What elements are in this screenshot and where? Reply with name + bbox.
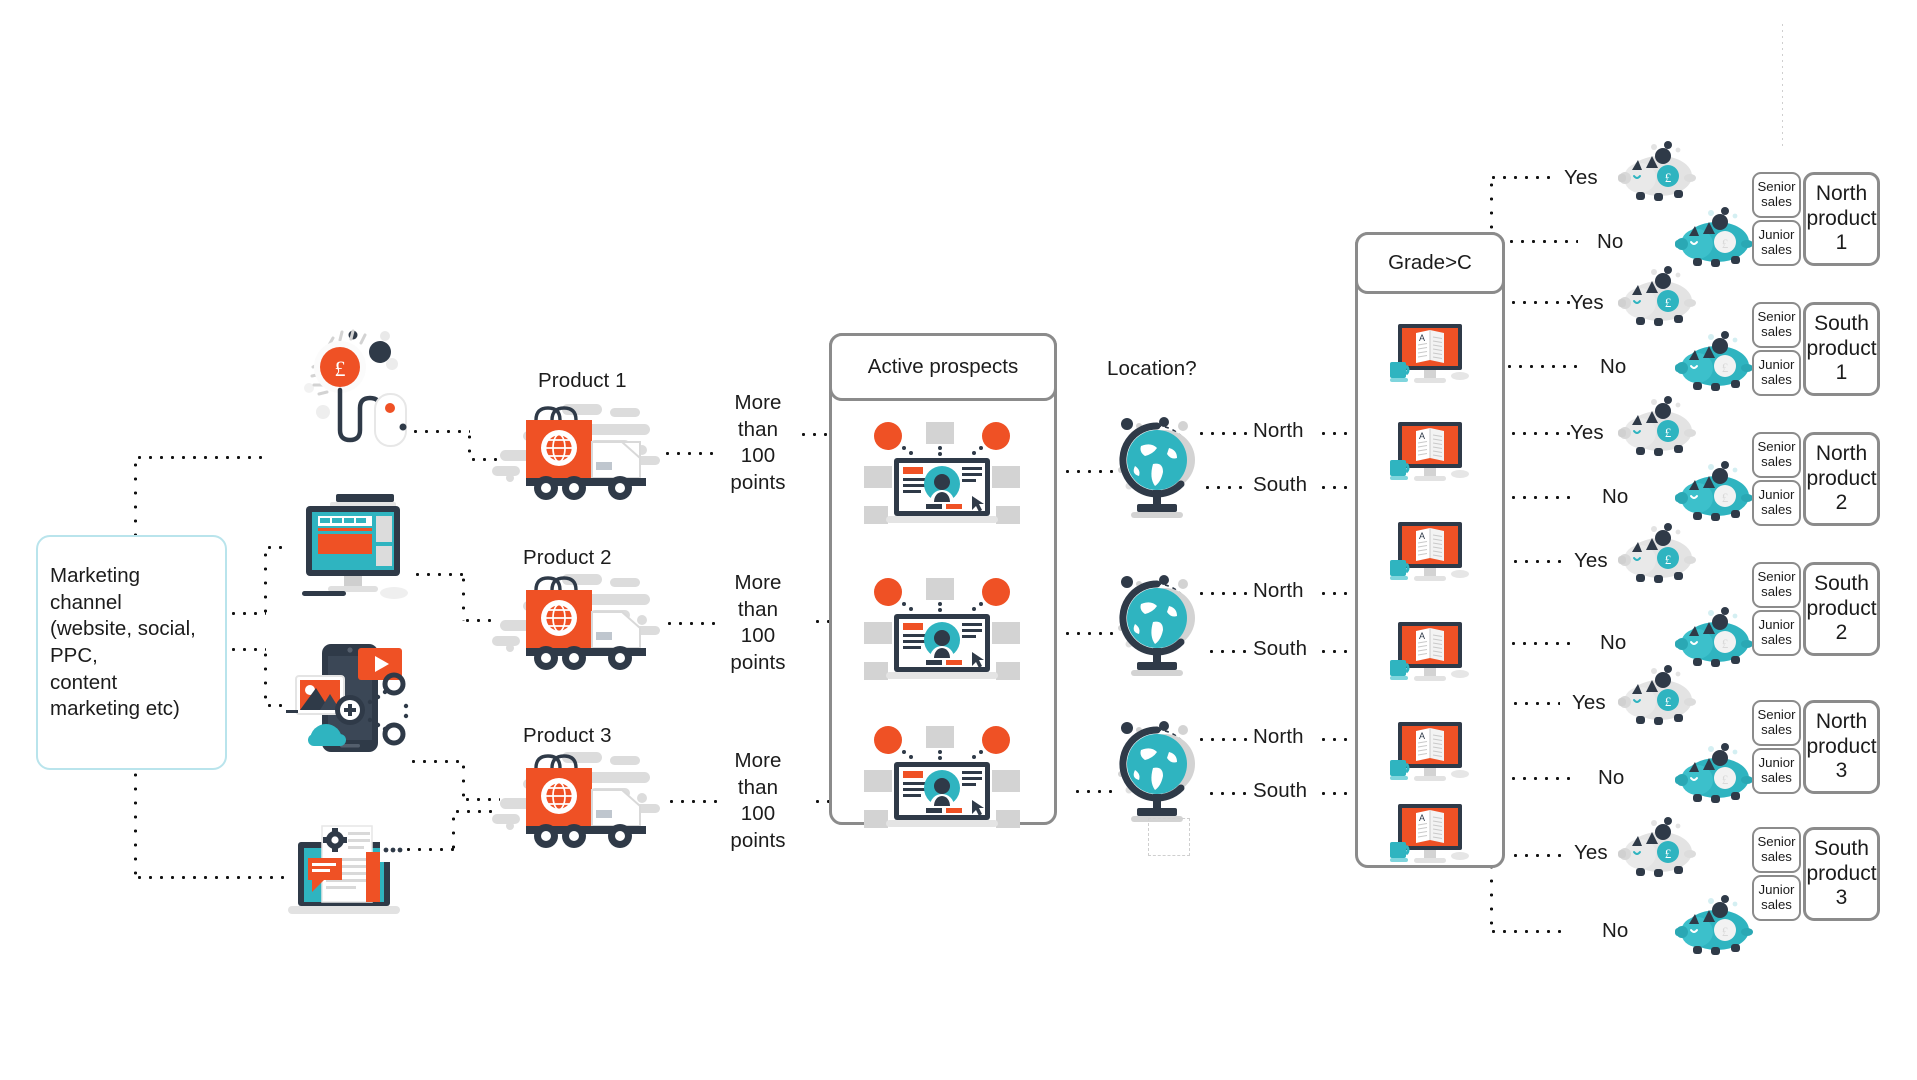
svg-text:£: £: [1665, 425, 1672, 440]
location-south-label-2: South: [1253, 637, 1308, 660]
location-north-label-3: North: [1253, 725, 1304, 748]
result-junior-badge[interactable]: Junior sales: [1752, 875, 1801, 921]
decision-label-11: Yes: [1574, 841, 1608, 864]
svg-text:£: £: [1665, 694, 1672, 709]
location-question-label: Location?: [1107, 357, 1197, 380]
piggy-bank-teal-icon: £: [1673, 206, 1759, 272]
piggy-bank-gray-icon: £: [1616, 522, 1702, 588]
globe-placeholder-outline: [1148, 818, 1190, 856]
prospect-profile-icon: [864, 576, 1020, 686]
grade-monitor-icon: A: [1384, 420, 1474, 492]
svg-text:A: A: [1419, 333, 1425, 343]
result-senior-badge[interactable]: Senior sales: [1752, 827, 1801, 873]
active-prospects-header[interactable]: Active prospects: [829, 333, 1057, 401]
result-outcome-box[interactable]: South product 3: [1803, 827, 1880, 921]
svg-text:£: £: [1665, 846, 1672, 861]
decision-label-12: No: [1602, 919, 1629, 942]
product-3-threshold: More than 100 points: [730, 749, 786, 852]
piggy-bank-gray-icon: £: [1616, 664, 1702, 730]
grade-monitor-icon: A: [1384, 802, 1474, 874]
globe-icon: [1109, 570, 1205, 678]
decision-label-10: No: [1598, 766, 1625, 789]
piggy-bank-teal-icon: £: [1673, 606, 1759, 672]
ppc-money-mouse-icon: £: [295, 322, 413, 448]
svg-text:A: A: [1419, 531, 1425, 541]
svg-text:£: £: [1665, 552, 1672, 567]
result-outcome-box[interactable]: North product 1: [1803, 172, 1880, 266]
diagram-canvas: Marketing channel (website, social, PPC,…: [0, 0, 1917, 1080]
svg-text:A: A: [1419, 431, 1425, 441]
social-mobile-icon: [282, 634, 410, 758]
grade-monitor-icon: A: [1384, 322, 1474, 394]
svg-text:£: £: [1722, 236, 1729, 251]
decision-label-8: No: [1600, 631, 1627, 654]
piggy-bank-teal-icon: £: [1673, 894, 1759, 960]
result-junior-badge[interactable]: Junior sales: [1752, 748, 1801, 794]
prospect-profile-icon: [864, 420, 1020, 530]
svg-text:£: £: [1722, 636, 1729, 651]
marketing-channel-label: Marketing channel (website, social, PPC,…: [50, 564, 196, 721]
result-junior-badge[interactable]: Junior sales: [1752, 480, 1801, 526]
grade-panel-title: Grade>C: [1388, 251, 1472, 274]
piggy-bank-gray-icon: £: [1616, 140, 1702, 206]
piggy-bank-teal-icon: £: [1673, 460, 1759, 526]
decision-label-1: Yes: [1564, 166, 1598, 189]
decision-label-7: Yes: [1574, 549, 1608, 572]
piggy-bank-gray-icon: £: [1616, 395, 1702, 461]
result-junior-badge[interactable]: Junior sales: [1752, 610, 1801, 656]
svg-text:£: £: [335, 356, 346, 381]
product-1-truck-icon: [492, 398, 668, 508]
prospect-profile-icon: [864, 724, 1020, 834]
product-1-label: Product 1: [538, 369, 627, 392]
globe-icon: [1109, 412, 1205, 520]
svg-text:£: £: [1665, 295, 1672, 310]
svg-text:£: £: [1722, 772, 1729, 787]
grade-panel-header[interactable]: Grade>C: [1355, 232, 1505, 294]
decision-label-5: Yes: [1570, 421, 1604, 444]
location-south-label-1: South: [1253, 473, 1308, 496]
content-marketing-laptop-icon: [284, 822, 406, 928]
product-1-threshold: More than 100 points: [730, 391, 786, 494]
location-north-label-1: North: [1253, 419, 1304, 442]
product-2-threshold: More than 100 points: [730, 571, 786, 674]
decision-label-6: No: [1602, 485, 1629, 508]
grade-monitor-icon: A: [1384, 520, 1474, 592]
marketing-channel-box[interactable]: Marketing channel (website, social, PPC,…: [36, 535, 227, 770]
decision-label-4: No: [1600, 355, 1627, 378]
result-outcome-box[interactable]: South product 2: [1803, 562, 1880, 656]
location-north-label-2: North: [1253, 579, 1304, 602]
result-senior-badge[interactable]: Senior sales: [1752, 700, 1801, 746]
piggy-bank-teal-icon: £: [1673, 330, 1759, 396]
piggy-bank-gray-icon: £: [1616, 265, 1702, 331]
svg-text:£: £: [1722, 490, 1729, 505]
result-junior-badge[interactable]: Junior sales: [1752, 350, 1801, 396]
result-outcome-box[interactable]: South product 1: [1803, 302, 1880, 396]
svg-text:£: £: [1722, 924, 1729, 939]
product-3-truck-icon: [492, 746, 668, 856]
result-senior-badge[interactable]: Senior sales: [1752, 302, 1801, 348]
location-south-label-3: South: [1253, 779, 1308, 802]
svg-text:A: A: [1419, 631, 1425, 641]
decision-label-9: Yes: [1572, 691, 1606, 714]
svg-text:£: £: [1665, 170, 1672, 185]
svg-text:A: A: [1419, 813, 1425, 823]
result-junior-badge[interactable]: Junior sales: [1752, 220, 1801, 266]
product-2-truck-icon: [492, 568, 668, 678]
result-senior-badge[interactable]: Senior sales: [1752, 432, 1801, 478]
result-senior-badge[interactable]: Senior sales: [1752, 172, 1801, 218]
piggy-bank-teal-icon: £: [1673, 742, 1759, 808]
svg-text:£: £: [1722, 360, 1729, 375]
decision-label-3: Yes: [1570, 291, 1604, 314]
grade-monitor-icon: A: [1384, 720, 1474, 792]
result-outcome-box[interactable]: North product 3: [1803, 700, 1880, 794]
decision-label-2: No: [1597, 230, 1624, 253]
result-outcome-box[interactable]: North product 2: [1803, 432, 1880, 526]
globe-icon: [1109, 716, 1205, 824]
grade-monitor-icon: A: [1384, 620, 1474, 692]
svg-text:A: A: [1419, 731, 1425, 741]
active-prospects-title: Active prospects: [867, 355, 1019, 378]
piggy-bank-gray-icon: £: [1616, 816, 1702, 882]
result-senior-badge[interactable]: Senior sales: [1752, 562, 1801, 608]
website-monitor-icon: [290, 490, 418, 602]
